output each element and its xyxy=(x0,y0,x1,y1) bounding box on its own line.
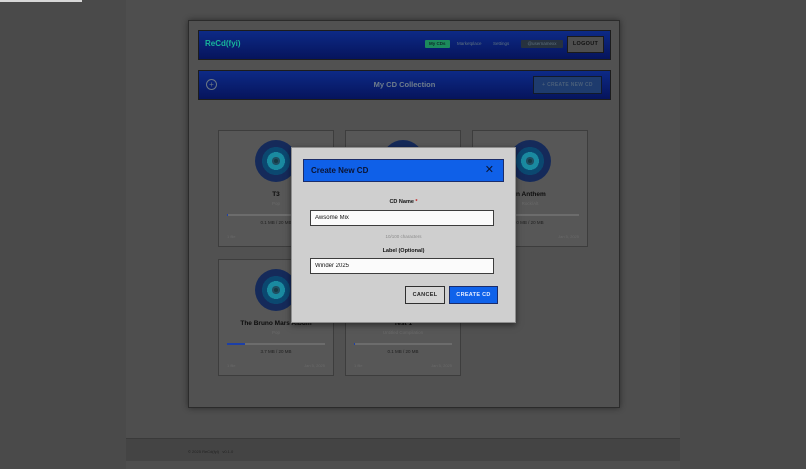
label-input[interactable] xyxy=(310,258,494,274)
cd-name-input[interactable] xyxy=(310,210,494,226)
character-count-hint: 10/100 characters xyxy=(385,234,422,239)
cancel-button[interactable]: CANCEL xyxy=(405,286,445,304)
dialog-title: Create New CD xyxy=(311,166,369,175)
create-cd-button[interactable]: CREATE CD xyxy=(449,286,498,304)
create-cd-dialog: Create New CD ✕ CD Name * 10/100 charact… xyxy=(291,147,516,323)
close-icon[interactable]: ✕ xyxy=(485,164,494,177)
dialog-header: Create New CD ✕ xyxy=(303,159,504,182)
required-mark: * xyxy=(415,199,418,205)
label-field-label: Label (Optional) xyxy=(382,248,425,254)
cd-name-label-text: CD Name xyxy=(389,199,414,205)
cd-name-label: CD Name * xyxy=(292,199,515,205)
